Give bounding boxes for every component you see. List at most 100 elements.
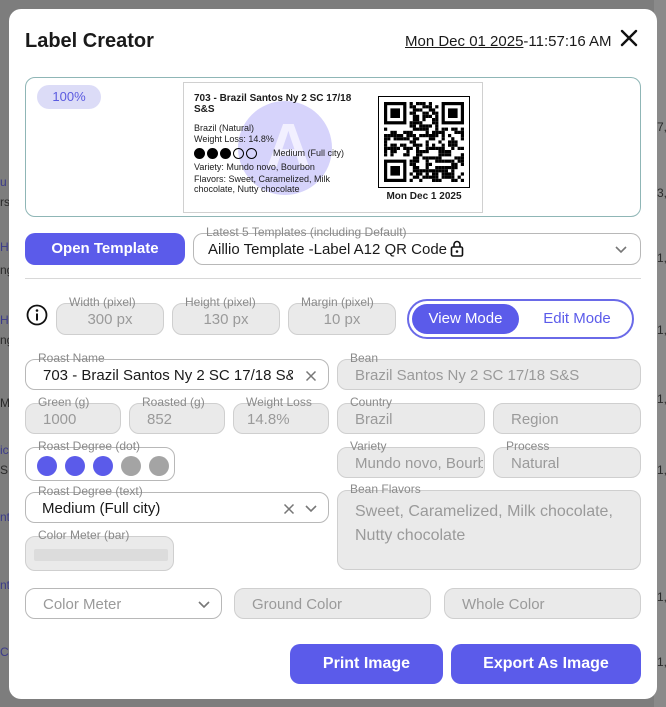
label-dot bbox=[246, 148, 257, 159]
view-mode-button[interactable]: View Mode bbox=[412, 304, 519, 334]
ground-color-field[interactable]: Ground Color bbox=[234, 588, 431, 619]
color-meter-select[interactable]: Color Meter bbox=[25, 588, 222, 619]
ground-color-placeholder: Ground Color bbox=[252, 596, 343, 613]
roasted-value: 852 bbox=[147, 411, 173, 428]
bean-label: Bean bbox=[350, 351, 379, 365]
bean-flavors-field[interactable]: Bean Flavors Sweet, Caramelized, Milk ch… bbox=[337, 482, 641, 570]
qr-code-image bbox=[384, 102, 464, 182]
background-fragment: 1, bbox=[657, 655, 666, 669]
background-fragment: 1, bbox=[657, 463, 666, 477]
roast-degree-dot[interactable] bbox=[149, 456, 169, 476]
height-label: Height (pixel) bbox=[185, 295, 256, 309]
region-placeholder: Region bbox=[511, 411, 559, 428]
background-fragment: 3, bbox=[657, 186, 666, 200]
label-dot bbox=[207, 148, 218, 159]
roast-name-label: Roast Name bbox=[36, 351, 107, 365]
export-image-button[interactable]: Export As Image bbox=[451, 644, 641, 684]
label-origin: Brazil (Natural) bbox=[194, 123, 255, 133]
label-qr-date: Mon Dec 1 2025 bbox=[386, 191, 462, 202]
background-fragment: C bbox=[0, 645, 9, 659]
label-dot bbox=[220, 148, 231, 159]
country-value: Brazil bbox=[355, 411, 393, 428]
background-fragment: 1, bbox=[657, 251, 666, 265]
close-icon[interactable] bbox=[617, 26, 641, 50]
country-label: Country bbox=[350, 395, 393, 409]
background-fragment: S bbox=[0, 463, 9, 477]
label-degree-text: Medium (Full city) bbox=[273, 148, 345, 158]
mode-toggle: View Mode Edit Mode bbox=[407, 299, 634, 339]
roast-degree-dot[interactable] bbox=[93, 456, 113, 476]
dialog-title: Label Creator bbox=[25, 30, 154, 52]
whole-color-field[interactable]: Whole Color bbox=[444, 588, 641, 619]
green-label: Green (g) bbox=[38, 395, 90, 409]
roast-degree-dot[interactable] bbox=[37, 456, 57, 476]
label-roast-name: 703 - Brazil Santos Ny 2 SC 17/18 S&S bbox=[194, 93, 352, 115]
height-value: 130 px bbox=[203, 311, 249, 328]
roast-degree-dot[interactable] bbox=[121, 456, 141, 476]
roast-degree-text-select[interactable]: Roast Degree (text) Medium (Full city) bbox=[25, 484, 329, 523]
region-field[interactable]: Region bbox=[493, 403, 641, 434]
weight-loss-field[interactable]: Weight Loss 14.8% bbox=[233, 395, 329, 434]
zoom-badge: 100% bbox=[37, 85, 101, 109]
template-select-value: Aillio Template -Label A12 QR Code bbox=[208, 241, 448, 258]
background-fragment: 1, bbox=[657, 323, 666, 337]
template-select-label: Latest 5 Templates (including Default) bbox=[204, 225, 409, 239]
roast-name-value: 703 - Brazil Santos Ny 2 SC 17/18 S&S bbox=[43, 367, 293, 384]
color-meter-bar-field[interactable]: Color Meter (bar) bbox=[25, 528, 174, 571]
label-degree-dots bbox=[194, 148, 257, 159]
label-weight-loss: Weight Loss: 14.8% bbox=[194, 134, 274, 144]
lock-icon bbox=[450, 240, 464, 257]
variety-field[interactable]: Variety Mundo novo, Bourbon bbox=[337, 439, 485, 478]
background-fragment: u bbox=[0, 175, 7, 189]
country-field[interactable]: Country Brazil bbox=[337, 395, 485, 434]
width-field[interactable]: Width (pixel) 300 px bbox=[56, 295, 164, 335]
color-meter-bar-label: Color Meter (bar) bbox=[38, 528, 130, 542]
chevron-down-icon[interactable] bbox=[615, 246, 627, 254]
margin-value: 10 px bbox=[323, 311, 361, 328]
roast-degree-text-value: Medium (Full city) bbox=[42, 500, 161, 517]
background-fragment: 1, bbox=[657, 392, 666, 406]
weight-loss-label: Weight Loss bbox=[246, 395, 312, 409]
clear-icon[interactable] bbox=[283, 503, 295, 515]
label-preview: 100% A 703 - Brazil Santos Ny 2 SC 17/18… bbox=[25, 77, 641, 217]
current-datetime: Mon Dec 01 2025-11:57:16 AM bbox=[405, 33, 612, 50]
process-field[interactable]: Process Natural bbox=[493, 439, 641, 478]
color-meter-placeholder: Color Meter bbox=[43, 596, 122, 613]
current-date: Mon Dec 01 2025 bbox=[405, 33, 524, 50]
qr-code bbox=[378, 96, 470, 188]
edit-mode-button[interactable]: Edit Mode bbox=[525, 304, 629, 334]
print-image-button[interactable]: Print Image bbox=[290, 644, 443, 684]
width-label: Width (pixel) bbox=[69, 295, 136, 309]
width-value: 300 px bbox=[87, 311, 133, 328]
roast-degree-dot[interactable] bbox=[65, 456, 85, 476]
label-dot bbox=[194, 148, 205, 159]
bean-field[interactable]: Bean Brazil Santos Ny 2 SC 17/18 S&S bbox=[337, 351, 641, 390]
roast-name-field[interactable]: Roast Name 703 - Brazil Santos Ny 2 SC 1… bbox=[25, 351, 329, 390]
green-field[interactable]: Green (g) 1000 bbox=[25, 395, 121, 434]
roast-degree-dot-label: Roast Degree (dot) bbox=[36, 439, 143, 453]
variety-label: Variety bbox=[350, 439, 387, 453]
open-template-button[interactable]: Open Template bbox=[25, 233, 185, 265]
height-field[interactable]: Height (pixel) 130 px bbox=[172, 295, 280, 335]
divider bbox=[25, 278, 641, 279]
bean-value: Brazil Santos Ny 2 SC 17/18 S&S bbox=[355, 367, 580, 384]
roast-degree-dot-field[interactable]: Roast Degree (dot) bbox=[25, 439, 175, 481]
bean-flavors-value: Sweet, Caramelized, Milk chocolate, Nutt… bbox=[355, 503, 613, 544]
chevron-down-icon[interactable] bbox=[198, 601, 210, 609]
roast-degree-dots[interactable] bbox=[37, 456, 169, 476]
current-time: -11:57:16 AM bbox=[523, 33, 612, 50]
process-value: Natural bbox=[511, 455, 560, 472]
background-fragment: ic bbox=[0, 443, 9, 457]
roasted-label: Roasted (g) bbox=[142, 395, 205, 409]
whole-color-placeholder: Whole Color bbox=[462, 596, 545, 613]
clear-icon[interactable] bbox=[305, 370, 317, 382]
process-label: Process bbox=[506, 439, 550, 453]
info-icon[interactable] bbox=[26, 304, 48, 326]
margin-field[interactable]: Margin (pixel) 10 px bbox=[288, 295, 396, 335]
roasted-field[interactable]: Roasted (g) 852 bbox=[129, 395, 225, 434]
chevron-down-icon[interactable] bbox=[305, 505, 317, 513]
template-select[interactable]: Latest 5 Templates (including Default) A… bbox=[193, 225, 641, 265]
background-fragment: H bbox=[0, 313, 9, 327]
roast-degree-text-label: Roast Degree (text) bbox=[36, 484, 145, 498]
color-meter-bar bbox=[34, 549, 168, 561]
